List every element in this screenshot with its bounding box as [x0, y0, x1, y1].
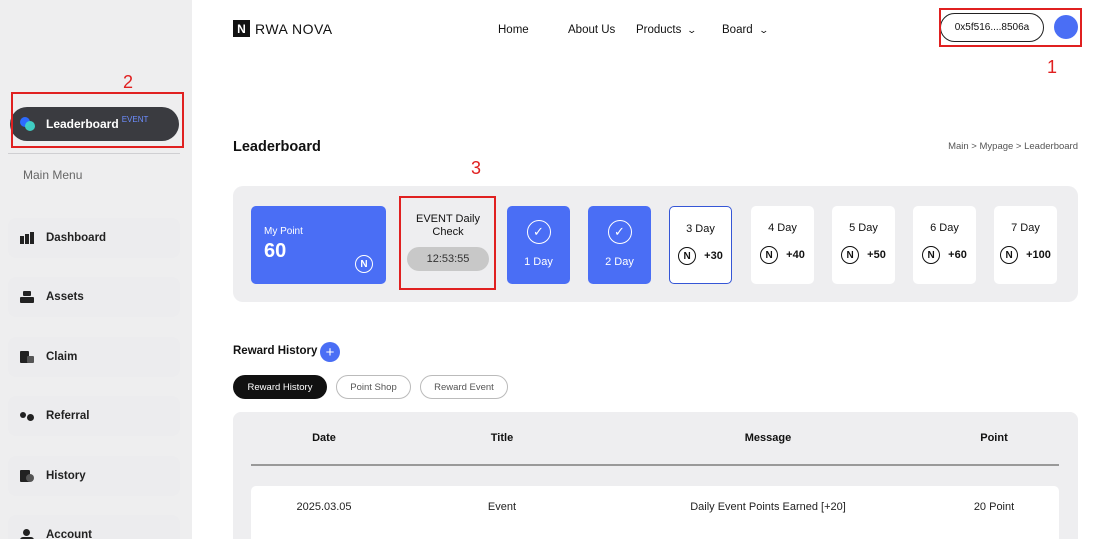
tab-reward-event[interactable]: Reward Event: [420, 375, 508, 399]
cell-message: Daily Event Points Earned [+20]: [690, 501, 846, 513]
day-card: 6 Day N +60: [913, 206, 976, 284]
logo[interactable]: N RWA NOVA: [233, 20, 333, 37]
day-card-completed: ✓ 1 Day: [507, 206, 570, 284]
my-point-label: My Point: [264, 226, 303, 237]
sidebar-item-claim[interactable]: Claim: [8, 337, 180, 377]
day-card-completed: ✓ 2 Day: [588, 206, 651, 284]
day-reward: +30: [704, 250, 723, 262]
annotation-box-3: [399, 196, 496, 290]
nova-coin-icon: N: [1000, 246, 1019, 264]
sidebar-item-assets[interactable]: Assets: [8, 277, 180, 317]
day-label: 3 Day: [686, 223, 715, 235]
tab-point-shop[interactable]: Point Shop: [336, 375, 411, 399]
day-label: 1 Day: [524, 256, 553, 268]
my-point-card: My Point 60 N: [251, 206, 386, 284]
add-icon[interactable]: +: [320, 342, 340, 362]
day-label: 5 Day: [849, 222, 878, 234]
check-icon: ✓: [526, 220, 551, 244]
sidebar-item-label: Referral: [46, 410, 90, 422]
nav-label: Home: [498, 24, 529, 36]
referral-icon: [20, 410, 34, 422]
sidebar-item-dashboard[interactable]: Dashboard: [8, 218, 180, 258]
sidebar-item-history[interactable]: History: [8, 456, 180, 496]
page-title: Leaderboard: [233, 139, 321, 155]
reward-history-table: Date Title Message Point 2025.03.05 Even…: [233, 412, 1078, 539]
sidebar-item-label: Assets: [46, 291, 84, 303]
tab-reward-history[interactable]: Reward History: [233, 375, 327, 399]
logo-text: RWA NOVA: [255, 20, 333, 37]
day-reward: +60: [948, 249, 967, 261]
day-card: 7 Day N +100: [994, 206, 1057, 284]
day-reward: +50: [867, 249, 886, 261]
day-reward: +40: [786, 249, 805, 261]
sidebar-item-label: Claim: [46, 351, 78, 363]
assets-icon: [20, 291, 34, 303]
day-card: 4 Day N +40: [751, 206, 814, 284]
annotation-number-2: 2: [123, 72, 134, 92]
nova-coin-icon: N: [355, 255, 373, 273]
cell-date: 2025.03.05: [296, 501, 352, 513]
column-header-message: Message: [744, 432, 792, 444]
sidebar-item-label: History: [46, 470, 86, 482]
nav-home[interactable]: Home: [498, 24, 529, 36]
nova-coin-icon: N: [922, 246, 941, 264]
sidebar: Leaderboard EVENT Main Menu Dashboard As…: [0, 0, 192, 539]
nova-coin-icon: N: [841, 246, 860, 264]
column-header-date: Date: [312, 432, 336, 444]
cell-title: Event: [487, 501, 517, 513]
nova-coin-icon: N: [760, 246, 779, 264]
annotation-number-1: 1: [1047, 57, 1058, 77]
column-header-point: Point: [980, 432, 1008, 444]
annotation-box-1: [939, 8, 1082, 47]
dashboard-icon: [20, 232, 34, 244]
header-divider: [251, 464, 1059, 466]
sidebar-item-referral[interactable]: Referral: [8, 396, 180, 436]
reward-history-title: Reward History: [233, 345, 318, 357]
cell-point: 20 Point: [973, 501, 1015, 513]
history-icon: [20, 470, 34, 482]
day-label: 2 Day: [605, 256, 634, 268]
nav-about-us[interactable]: About Us: [568, 24, 615, 36]
daily-check-panel: My Point 60 N EVENT Daily Check 12:53:55…: [233, 186, 1078, 302]
claim-icon: [20, 351, 34, 363]
main-menu-label: Main Menu: [23, 168, 83, 182]
day-label: 7 Day: [1011, 222, 1040, 234]
nav-label: About Us: [568, 24, 616, 36]
nav-board[interactable]: Board ⌄: [722, 24, 769, 36]
nav-label: Board: [722, 24, 753, 36]
day-label: 6 Day: [930, 222, 959, 234]
annotation-number-3: 3: [471, 158, 482, 178]
account-icon: [20, 529, 34, 539]
chevron-down-icon: ⌄: [686, 24, 698, 35]
day-reward: +100: [1026, 249, 1051, 261]
sidebar-item-label: Dashboard: [46, 232, 107, 244]
sidebar-item-label: Account: [46, 529, 92, 539]
app-root: Leaderboard EVENT Main Menu Dashboard As…: [0, 0, 1100, 539]
day-card: 5 Day N +50: [832, 206, 895, 284]
annotation-box-2: [11, 92, 184, 148]
nav-products[interactable]: Products ⌄: [636, 24, 698, 36]
nova-coin-icon: N: [678, 247, 697, 265]
chevron-down-icon: ⌄: [758, 24, 769, 35]
logo-icon: N: [233, 20, 250, 37]
day-card-current[interactable]: 3 Day N +30: [669, 206, 732, 284]
check-icon: ✓: [607, 220, 632, 244]
column-header-title: Title: [490, 432, 514, 444]
breadcrumb: Main > Mypage > Leaderboard: [948, 141, 1078, 152]
day-label: 4 Day: [768, 222, 797, 234]
table-row: 2025.03.05 Event Daily Event Points Earn…: [251, 486, 1059, 539]
sidebar-divider: [8, 153, 180, 154]
sidebar-item-account[interactable]: Account: [8, 515, 180, 539]
nav-label: Products: [636, 24, 682, 36]
